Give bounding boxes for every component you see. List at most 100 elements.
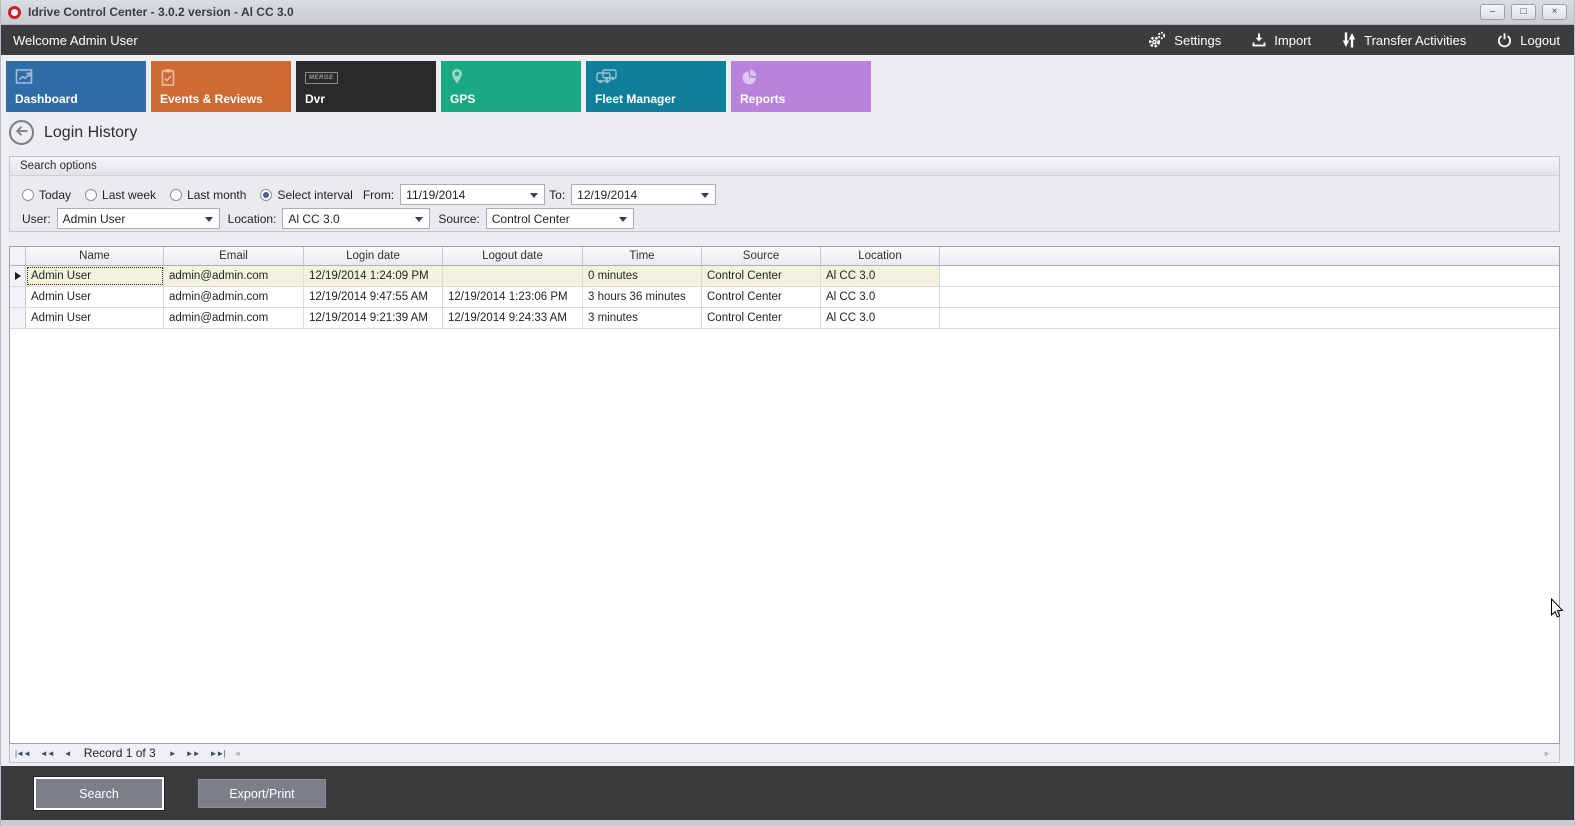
merge-badge-icon: MERGE xyxy=(305,72,338,84)
table-row[interactable]: Admin User admin@admin.com 12/19/2014 9:… xyxy=(10,287,1559,308)
tile-reports[interactable]: Reports xyxy=(731,61,871,112)
prev-page-button[interactable]: ◄◄ xyxy=(35,744,59,763)
cell-logout-date[interactable] xyxy=(443,266,583,286)
minimize-button[interactable]: – xyxy=(1480,4,1505,20)
cell-filler xyxy=(940,287,1559,307)
cell-time[interactable]: 0 minutes xyxy=(583,266,702,286)
table-row[interactable]: Admin User admin@admin.com 12/19/2014 1:… xyxy=(10,266,1559,287)
column-header-email[interactable]: Email xyxy=(164,247,304,265)
prev-record-button[interactable]: ◄ xyxy=(59,744,76,763)
radio-last-week-circle[interactable] xyxy=(85,189,97,201)
cell-source[interactable]: Control Center xyxy=(702,266,821,286)
cell-login-date[interactable]: 12/19/2014 9:47:55 AM xyxy=(304,287,443,307)
table-row[interactable]: Admin User admin@admin.com 12/19/2014 9:… xyxy=(10,308,1559,329)
radio-last-week-label: Last week xyxy=(102,188,156,202)
grid-header-row: Name Email Login date Logout date Time S… xyxy=(10,247,1559,266)
cell-time[interactable]: 3 hours 36 minutes xyxy=(583,287,702,307)
chevron-down-icon[interactable] xyxy=(619,217,627,222)
search-button[interactable]: Search xyxy=(34,777,164,810)
page-header: Login History xyxy=(9,120,137,145)
column-header-name[interactable]: Name xyxy=(26,247,164,265)
tile-gps[interactable]: GPS xyxy=(441,61,581,112)
close-button[interactable]: × xyxy=(1542,4,1567,20)
chevron-down-icon[interactable] xyxy=(701,193,709,198)
user-value: Admin User xyxy=(63,212,126,226)
back-button[interactable] xyxy=(9,120,34,145)
tile-dashboard[interactable]: Dashboard xyxy=(6,61,146,112)
radio-last-month-circle[interactable] xyxy=(170,189,182,201)
column-header-location[interactable]: Location xyxy=(821,247,940,265)
chevron-down-icon[interactable] xyxy=(530,193,538,198)
tile-dvr[interactable]: MERGE Dvr xyxy=(296,61,436,112)
import-download-icon xyxy=(1251,32,1267,48)
settings-button[interactable]: Settings xyxy=(1147,31,1221,49)
radio-last-month[interactable]: Last month xyxy=(170,188,246,202)
column-header-logout-date[interactable]: Logout date xyxy=(443,247,583,265)
cell-time[interactable]: 3 minutes xyxy=(583,308,702,328)
cell-email[interactable]: admin@admin.com xyxy=(164,308,304,328)
settings-label: Settings xyxy=(1174,33,1221,48)
radio-today-label: Today xyxy=(39,188,71,202)
radio-select-interval-label: Select interval xyxy=(277,188,352,202)
cell-name[interactable]: Admin User xyxy=(26,308,164,328)
column-header-login-date[interactable]: Login date xyxy=(304,247,443,265)
first-record-button[interactable]: |◄◄ xyxy=(10,744,35,763)
login-history-grid: Name Email Login date Logout date Time S… xyxy=(9,246,1560,744)
to-label: To: xyxy=(549,188,565,202)
row-indicator xyxy=(10,308,26,328)
cell-name[interactable]: Admin User xyxy=(26,266,164,286)
chevron-down-icon[interactable] xyxy=(415,217,423,222)
location-dropdown[interactable]: Al CC 3.0 xyxy=(282,208,430,229)
chevron-down-icon[interactable] xyxy=(205,217,213,222)
hscroll-left-arrow[interactable]: ◄ xyxy=(229,749,245,758)
window-title: Idrive Control Center - 3.0.2 version - … xyxy=(28,5,294,19)
next-page-button[interactable]: ►► xyxy=(181,744,205,763)
from-date-value: 11/19/2014 xyxy=(406,188,465,202)
cell-location[interactable]: Al CC 3.0 xyxy=(821,308,940,328)
tile-gps-label: GPS xyxy=(450,92,475,106)
next-record-button[interactable]: ► xyxy=(164,744,181,763)
cell-source[interactable]: Control Center xyxy=(702,287,821,307)
tile-fleet-manager[interactable]: Fleet Manager xyxy=(586,61,726,112)
from-date-picker[interactable]: 11/19/2014 xyxy=(400,184,545,205)
maximize-button[interactable]: □ xyxy=(1511,4,1536,20)
radio-select-interval-circle[interactable] xyxy=(260,189,272,201)
map-pin-icon xyxy=(450,76,464,90)
cell-login-date[interactable]: 12/19/2014 9:21:39 AM xyxy=(304,308,443,328)
gears-icon xyxy=(1147,31,1167,49)
radio-select-interval[interactable]: Select interval xyxy=(260,188,352,202)
cell-logout-date[interactable]: 12/19/2014 9:24:33 AM xyxy=(443,308,583,328)
tile-events-reviews[interactable]: Events & Reviews xyxy=(151,61,291,112)
radio-last-week[interactable]: Last week xyxy=(85,188,156,202)
cell-location[interactable]: Al CC 3.0 xyxy=(821,266,940,286)
source-dropdown[interactable]: Control Center xyxy=(486,208,634,229)
radio-today[interactable]: Today xyxy=(22,188,71,202)
radio-today-circle[interactable] xyxy=(22,189,34,201)
user-label: User: xyxy=(22,212,51,226)
location-value: Al CC 3.0 xyxy=(288,212,339,226)
user-dropdown[interactable]: Admin User xyxy=(57,208,220,229)
import-button[interactable]: Import xyxy=(1251,32,1311,48)
title-bar: Idrive Control Center - 3.0.2 version - … xyxy=(1,0,1574,25)
hscroll-right-arrow[interactable]: ► xyxy=(1539,749,1555,758)
radio-last-month-label: Last month xyxy=(187,188,246,202)
export-print-button[interactable]: Export/Print xyxy=(198,779,326,808)
to-date-value: 12/19/2014 xyxy=(577,188,637,202)
cell-email[interactable]: admin@admin.com xyxy=(164,266,304,286)
column-header-source[interactable]: Source xyxy=(702,247,821,265)
module-tiles: Dashboard Events & Reviews MERGE Dvr G xyxy=(6,61,871,112)
cell-location[interactable]: Al CC 3.0 xyxy=(821,287,940,307)
last-record-button[interactable]: ►►| xyxy=(205,744,230,763)
import-label: Import xyxy=(1274,33,1311,48)
logout-button[interactable]: Logout xyxy=(1496,32,1560,49)
tile-dvr-label: Dvr xyxy=(305,92,325,106)
transfer-activities-button[interactable]: Transfer Activities xyxy=(1341,31,1466,49)
cell-login-date[interactable]: 12/19/2014 1:24:09 PM xyxy=(304,266,443,286)
cell-name[interactable]: Admin User xyxy=(26,287,164,307)
cell-logout-date[interactable]: 12/19/2014 1:23:06 PM xyxy=(443,287,583,307)
cell-source[interactable]: Control Center xyxy=(702,308,821,328)
to-date-picker[interactable]: 12/19/2014 xyxy=(571,184,716,205)
cell-email[interactable]: admin@admin.com xyxy=(164,287,304,307)
column-header-time[interactable]: Time xyxy=(583,247,702,265)
tile-dashboard-label: Dashboard xyxy=(15,92,78,106)
